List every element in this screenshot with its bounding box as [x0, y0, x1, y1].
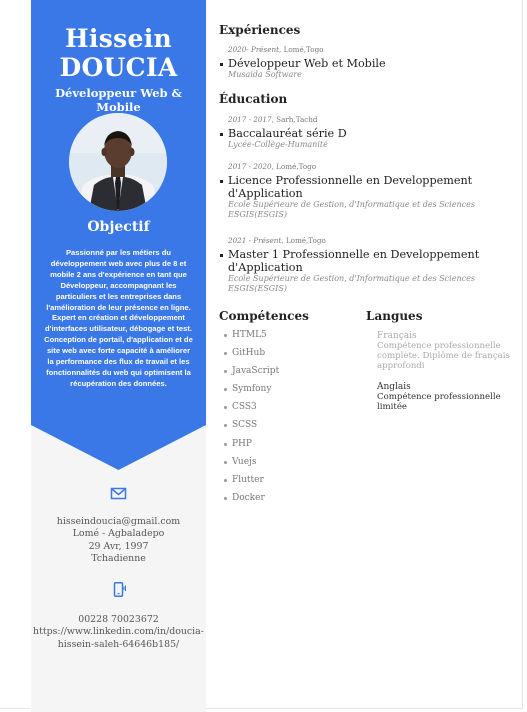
education-degree: Baccalauréat série D	[220, 127, 518, 140]
education-entry: 2017 - 2017, Sarh,Tachd Baccalauréat sér…	[220, 115, 518, 150]
education-date: 2021 - Présent, Lomé,Togo	[228, 236, 326, 245]
education-title: Éducation	[219, 92, 288, 106]
experience-date: 2020- Présent, Lomé,Togo	[228, 45, 324, 54]
avatar	[69, 113, 167, 211]
name-last: DOUCIA	[59, 53, 178, 82]
skill-item: JavaScript	[224, 366, 344, 384]
experience-role: Développeur Web et Mobile	[220, 57, 518, 70]
birthdate-text: 29 Avr, 1997	[88, 540, 149, 552]
linkedin-link-line2[interactable]: hissein-saleh-64646b185/	[31, 639, 206, 651]
online-contact: 00228 70023672 https://www.linkedin.com/…	[31, 614, 206, 651]
experience-entry: 2020- Présent, Lomé,Togo Développeur Web…	[220, 45, 518, 80]
phone-text: 00228 70023672	[78, 614, 159, 625]
language-name: Français	[377, 331, 417, 341]
skill-item: Docker	[224, 493, 344, 511]
education-school: Ecole Supérieure de Gestion, d'Informati…	[228, 200, 475, 219]
name-first: Hissein	[65, 24, 172, 53]
education-date: 2017 - 2020, Lomé,Togo	[228, 162, 317, 171]
avatar-photo	[69, 113, 167, 211]
objective-title: Objectif	[87, 219, 150, 235]
job-title: Développeur Web & Mobile	[55, 86, 182, 114]
language-level: Compétence professionnelle limitée	[377, 392, 501, 412]
language-level: Compétence professionnelle complète. Dip…	[377, 341, 510, 371]
language-item: Anglais Compétence professionnelle limit…	[377, 382, 517, 412]
candidate-name: Hissein DOUCIA	[31, 24, 206, 82]
skill-item: HTML5	[224, 330, 344, 348]
skill-item: GitHub	[224, 348, 344, 366]
skill-item: Vuejs	[224, 457, 344, 475]
skill-item: Symfony	[224, 384, 344, 402]
education-school: Ecole Supérieure de Gestion, d'Informati…	[228, 274, 475, 293]
nationality-text: Tchadienne	[91, 553, 146, 565]
sidebar: Hissein DOUCIA Développeur Web & Mobile	[31, 0, 206, 712]
education-school: Lycée-Collège-Humanité	[228, 140, 328, 149]
phone-icon	[113, 582, 126, 597]
address-text: Lomé - Agbaladepo	[72, 528, 165, 540]
education-degree: Licence Professionnelle en Developpement…	[220, 174, 518, 200]
envelope-icon	[110, 487, 127, 500]
experiences-title: Expériences	[219, 23, 301, 37]
skills-list: HTML5 GitHub JavaScript Symfony CSS3 SCS…	[224, 330, 344, 511]
linkedin-link-line1[interactable]: https://www.linkedin.com/in/doucia-	[31, 626, 206, 638]
education-entry: 2017 - 2020, Lomé,Togo Licence Professio…	[220, 162, 518, 220]
skill-item: CSS3	[224, 402, 344, 420]
education-date: 2017 - 2017, Sarh,Tachd	[228, 115, 318, 124]
experience-company: Musaida Software	[228, 70, 302, 79]
objective-text: Passionné par les métiers du développeme…	[44, 248, 193, 388]
languages-title: Langues	[366, 309, 423, 323]
skill-item: PHP	[224, 439, 344, 457]
language-name: Anglais	[377, 382, 411, 392]
language-item: Français Compétence professionnelle comp…	[377, 331, 517, 371]
profile-banner: Hissein DOUCIA Développeur Web & Mobile	[31, 0, 206, 470]
education-degree: Master 1 Professionnelle en Developpemen…	[220, 248, 518, 274]
skill-item: SCSS	[224, 420, 344, 438]
skill-item: Flutter	[224, 475, 344, 493]
skills-title: Compétences	[219, 309, 309, 323]
education-entry: 2021 - Présent, Lomé,Togo Master 1 Profe…	[220, 236, 518, 294]
personal-info: hisseindoucia@gmail.com Lomé - Agbaladep…	[31, 516, 206, 566]
email-text: hisseindoucia@gmail.com	[56, 516, 181, 527]
